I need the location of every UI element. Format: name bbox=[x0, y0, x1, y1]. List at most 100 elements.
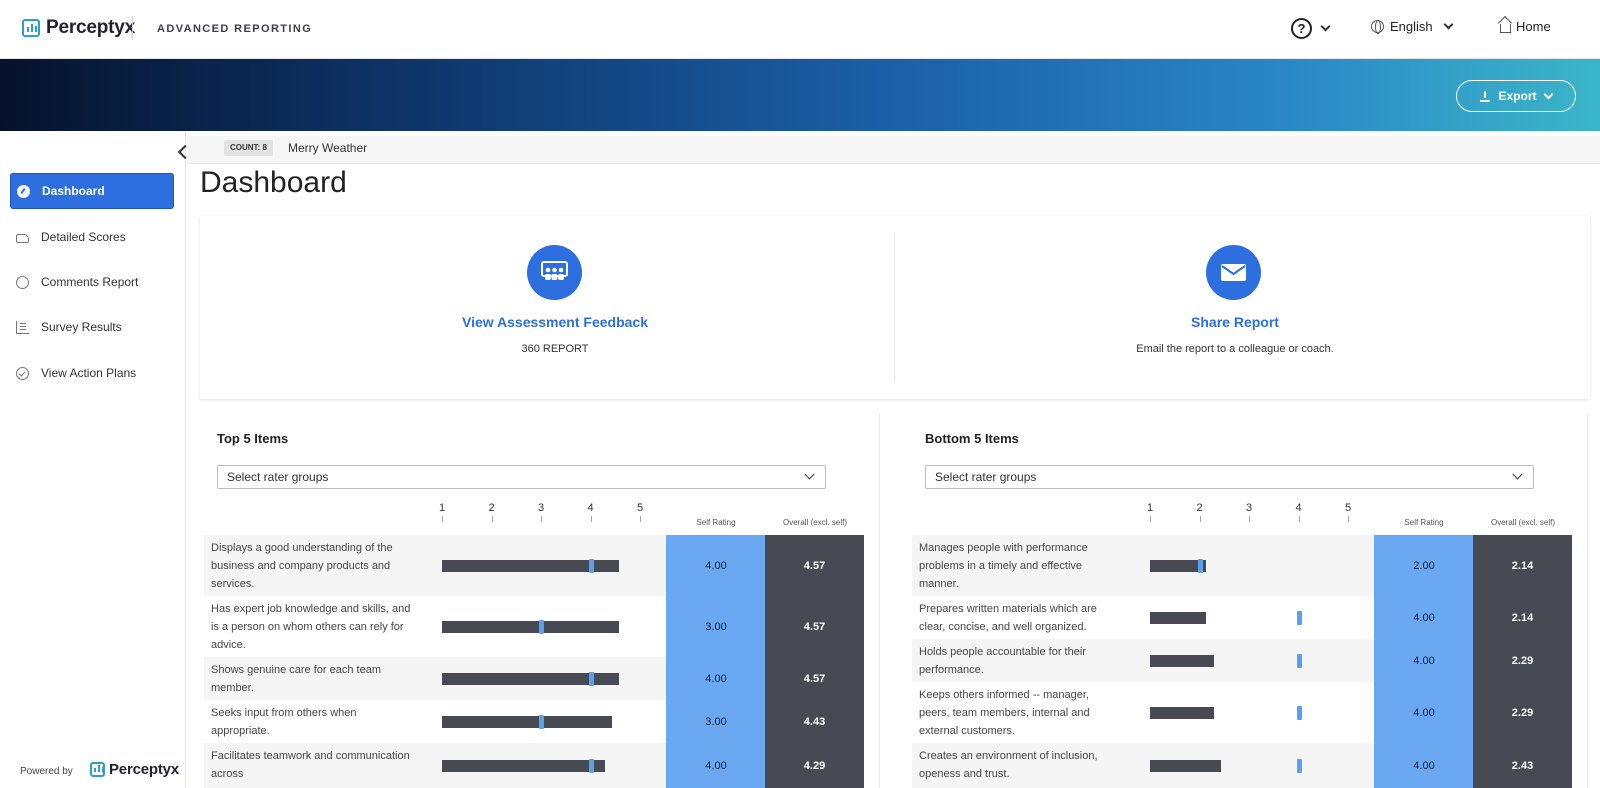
scale-tick-label: 3 bbox=[1245, 502, 1253, 514]
powered-by-logo: Perceptyx bbox=[90, 761, 179, 778]
assessment-subtitle: 360 REPORT bbox=[521, 343, 589, 355]
export-label: Export bbox=[1498, 89, 1537, 103]
scale-tick-mark bbox=[1199, 516, 1201, 522]
item-text: Facilitates teamwork and communication a… bbox=[211, 750, 410, 780]
download-icon bbox=[1480, 90, 1491, 102]
scale-tick-label: 1 bbox=[438, 502, 446, 514]
chevron-down-icon bbox=[1512, 469, 1523, 480]
item-text: Shows genuine care for each team member. bbox=[211, 664, 381, 694]
comments-icon bbox=[16, 275, 29, 289]
self-rating-marker bbox=[539, 714, 544, 729]
score-bar bbox=[1150, 759, 1221, 772]
overall-score-cell: 4.57 bbox=[765, 657, 864, 700]
scale-tick-mark bbox=[541, 516, 542, 522]
action-card bbox=[200, 216, 1590, 399]
top-items-title: Top 5 Items bbox=[217, 431, 289, 446]
self-rating-marker bbox=[1296, 653, 1302, 668]
logo-mark-icon bbox=[22, 19, 40, 37]
scale-tick-mark bbox=[590, 516, 592, 522]
home-icon bbox=[1500, 24, 1511, 33]
view-assessment-feedback-link[interactable]: View Assessment Feedback bbox=[420, 314, 690, 330]
score-bar bbox=[442, 715, 612, 728]
home-label: Home bbox=[1516, 19, 1551, 34]
sidebar-item-detailed-scores[interactable]: Detailed Scores bbox=[10, 219, 174, 255]
sidebar-item-survey-results[interactable]: Survey Results bbox=[10, 309, 174, 345]
scale-tick-mark bbox=[1249, 516, 1250, 522]
score-bar bbox=[1150, 654, 1214, 667]
overall-score-cell: 2.29 bbox=[1473, 639, 1572, 682]
scale-tick-mark bbox=[640, 516, 641, 522]
scale-tick-mark bbox=[442, 516, 443, 522]
item-text: Has expert job knowledge and skills, and… bbox=[211, 603, 411, 651]
select-placeholder: Select rater groups bbox=[935, 470, 1037, 484]
card-divider bbox=[894, 232, 895, 382]
self-rating-cell: 4.00 bbox=[1374, 596, 1474, 639]
check-circle-icon bbox=[16, 366, 29, 380]
chevron-down-icon bbox=[804, 469, 815, 480]
overall-header: Overall (excl. self) bbox=[782, 518, 847, 527]
sidebar-item-label: View Action Plans bbox=[41, 366, 137, 380]
thumbs-up-icon bbox=[16, 234, 29, 243]
item-text: Holds people accountable for their perfo… bbox=[919, 646, 1086, 676]
self-rating-cell: 4.00 bbox=[1374, 682, 1474, 743]
overall-score-cell: 4.57 bbox=[765, 535, 864, 596]
overall-score-cell: 4.57 bbox=[765, 596, 864, 657]
item-text: Prepares written materials which are cle… bbox=[919, 603, 1097, 633]
app-name: ADVANCED REPORTING bbox=[157, 23, 313, 35]
page-title: Dashboard bbox=[200, 166, 347, 199]
bottom-rater-group-select[interactable]: Select rater groups bbox=[925, 465, 1534, 489]
item-text: Creates an environment of inclusion, ope… bbox=[919, 750, 1098, 780]
help-icon[interactable]: ? bbox=[1291, 18, 1312, 39]
scale-tick-label: 3 bbox=[537, 502, 545, 514]
top-rater-group-select[interactable]: Select rater groups bbox=[217, 465, 826, 489]
self-rating-marker bbox=[539, 619, 544, 634]
perceptyx-logo[interactable]: Perceptyx bbox=[22, 17, 135, 39]
self-rating-header: Self Rating bbox=[1404, 518, 1444, 527]
scale-tick-label: 5 bbox=[636, 502, 644, 514]
self-rating-marker bbox=[1296, 610, 1302, 625]
score-bar bbox=[1150, 706, 1214, 719]
item-text: Displays a good understanding of the bus… bbox=[211, 542, 393, 590]
logo-mark-icon bbox=[90, 762, 105, 777]
sidebar-item-dashboard[interactable]: Dashboard bbox=[10, 173, 174, 209]
self-rating-marker bbox=[588, 758, 594, 773]
scale-tick-mark bbox=[1298, 516, 1300, 522]
overall-score-cell: 4.29 bbox=[765, 743, 864, 788]
item-text: Manages people with performance problems… bbox=[919, 542, 1088, 590]
share-report-link[interactable]: Share Report bbox=[1100, 314, 1370, 330]
chevron-down-icon bbox=[1543, 89, 1553, 99]
people-icon[interactable] bbox=[527, 245, 582, 300]
scale-tick-label: 4 bbox=[587, 502, 594, 514]
chevron-down-icon bbox=[1443, 19, 1454, 30]
self-rating-marker bbox=[588, 671, 594, 686]
self-rating-marker bbox=[588, 558, 594, 573]
select-placeholder: Select rater groups bbox=[227, 470, 329, 484]
bottom-items-title: Bottom 5 Items bbox=[925, 431, 1019, 446]
item-text: Keeps others informed -- manager, peers,… bbox=[919, 689, 1090, 737]
globe-icon bbox=[1371, 20, 1384, 34]
overall-score-cell: 2.14 bbox=[1473, 596, 1572, 639]
scale-tick-label: 2 bbox=[1196, 502, 1203, 514]
scale-tick-label: 1 bbox=[1146, 502, 1154, 514]
count-badge: COUNT: 8 bbox=[224, 140, 273, 156]
scale-tick-label: 4 bbox=[1295, 502, 1302, 514]
sidebar-item-label: Comments Report bbox=[41, 275, 139, 289]
context-bar bbox=[187, 136, 1600, 164]
brand-name: Perceptyx bbox=[46, 17, 136, 38]
self-rating-marker bbox=[1197, 558, 1203, 573]
scale-tick-label: 2 bbox=[488, 502, 495, 514]
sidebar-item-comments-report[interactable]: Comments Report bbox=[10, 264, 174, 300]
home-link[interactable]: Home bbox=[1500, 19, 1551, 34]
envelope-icon[interactable] bbox=[1206, 245, 1261, 300]
language-selector[interactable]: English bbox=[1371, 19, 1454, 34]
export-button[interactable]: Export bbox=[1456, 80, 1576, 112]
sidebar-item-label: Survey Results bbox=[41, 320, 122, 334]
sidebar-item-view-action-plans[interactable]: View Action Plans bbox=[10, 355, 174, 391]
bar-chart-icon bbox=[16, 320, 29, 334]
self-rating-cell: 2.00 bbox=[1374, 535, 1474, 596]
self-rating-marker bbox=[1296, 705, 1302, 720]
dashboard-icon bbox=[17, 184, 30, 198]
self-rating-cell: 4.00 bbox=[666, 535, 766, 596]
self-rating-cell: 3.00 bbox=[666, 596, 766, 657]
scale-tick-mark bbox=[491, 516, 493, 522]
